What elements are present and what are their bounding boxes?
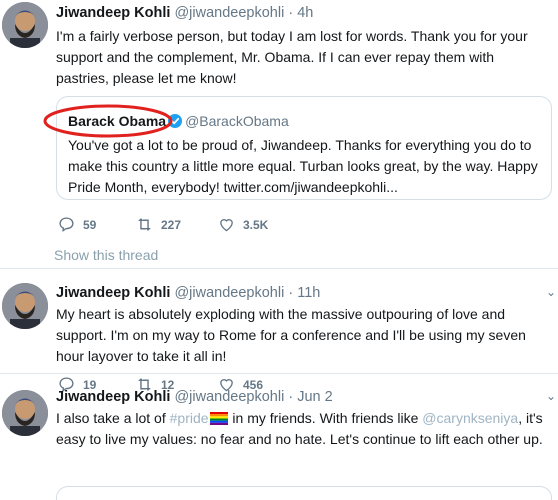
- timestamp[interactable]: 4h: [297, 5, 313, 21]
- tweet-text: My heart is absolutely exploding with th…: [56, 306, 526, 364]
- separator: ·: [288, 285, 294, 301]
- chevron-down-icon[interactable]: ⌄: [546, 389, 556, 403]
- tweet-header: Jiwandeep Kohli @jiwandeepkohli · 4h: [56, 4, 313, 22]
- heart-icon: [220, 219, 233, 232]
- tweet-text: I also take a lot of #pride in my friend…: [56, 408, 550, 450]
- tweet-3[interactable]: Jiwandeep Kohli @jiwandeepkohli · Jun 2 …: [0, 374, 558, 500]
- author-name[interactable]: Jiwandeep Kohli: [56, 5, 170, 21]
- mention-link[interactable]: @carynkseniya: [422, 410, 518, 426]
- show-thread-link[interactable]: Show this thread: [54, 247, 158, 263]
- verified-badge-icon: [168, 114, 183, 128]
- separator: ·: [288, 5, 294, 21]
- hashtag-link[interactable]: #pride: [170, 410, 209, 426]
- reply-count: 59: [83, 217, 97, 232]
- author-name[interactable]: Jiwandeep Kohli: [56, 285, 170, 301]
- author-handle[interactable]: @jiwandeepkohli: [174, 389, 284, 405]
- retweet-count: 227: [161, 217, 182, 232]
- author-handle[interactable]: @jiwandeepkohli: [174, 285, 284, 301]
- reply-icon: [59, 217, 74, 232]
- tweet-2[interactable]: Jiwandeep Kohli @jiwandeepkohli · 11h ⌄ …: [0, 269, 558, 392]
- retweet-button[interactable]: 227: [136, 216, 181, 233]
- quoted-tweet[interactable]: Barack Obama @BarackObama You've got a lo…: [56, 96, 552, 200]
- tweet-header: Jiwandeep Kohli @jiwandeepkohli · 11h: [56, 284, 320, 302]
- tweet-text: I'm a fairly verbose person, but today I…: [56, 28, 528, 86]
- quoted-tweet-text: You've got a lot to be proud of, Jiwande…: [68, 137, 538, 195]
- chevron-down-icon[interactable]: ⌄: [546, 285, 556, 299]
- card-preview[interactable]: [56, 486, 552, 500]
- reply-button[interactable]: 59: [58, 216, 96, 233]
- separator: ·: [288, 389, 294, 405]
- quoted-tweet-header: Barack Obama @BarackObama: [68, 113, 289, 129]
- retweet-icon: [138, 218, 151, 231]
- text-segment: in my friends. With friends like: [228, 410, 423, 426]
- timestamp[interactable]: Jun 2: [297, 389, 332, 405]
- author-name[interactable]: Jiwandeep Kohli: [56, 389, 170, 405]
- tweet-header: Jiwandeep Kohli @jiwandeepkohli · Jun 2: [56, 388, 333, 406]
- avatar[interactable]: [2, 2, 48, 48]
- text-segment: I also take a lot of: [56, 410, 170, 426]
- avatar[interactable]: [2, 283, 48, 329]
- rainbow-flag-icon: [209, 412, 228, 425]
- author-handle[interactable]: @jiwandeepkohli: [174, 5, 284, 21]
- quoted-author-handle[interactable]: @BarackObama: [185, 113, 289, 129]
- quoted-author-name[interactable]: Barack Obama: [68, 113, 166, 129]
- timestamp[interactable]: 11h: [297, 285, 320, 301]
- tweet-1[interactable]: Jiwandeep Kohli @jiwandeepkohli · 4h I'm…: [0, 0, 558, 268]
- avatar[interactable]: [2, 390, 48, 436]
- like-count: 3.5K: [243, 217, 269, 232]
- like-button[interactable]: 3.5K: [218, 216, 268, 233]
